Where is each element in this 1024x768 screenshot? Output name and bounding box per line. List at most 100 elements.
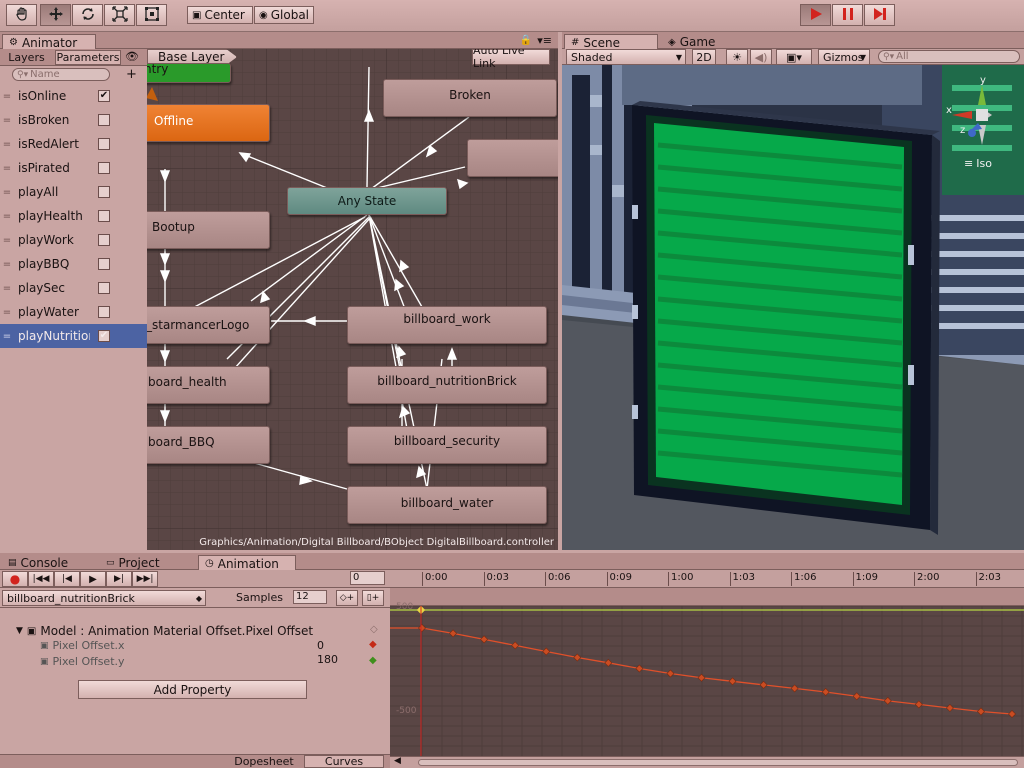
property-value-y[interactable]: 180 [317, 653, 338, 666]
param-row[interactable]: = playHealth [0, 204, 147, 228]
param-checkbox[interactable] [98, 186, 110, 198]
pause-button[interactable] [832, 4, 863, 26]
param-checkbox[interactable] [98, 210, 110, 222]
add-property-button[interactable]: Add Property [78, 680, 307, 699]
tab-project[interactable]: ▭ Project [100, 555, 190, 571]
drag-handle-icon[interactable]: = [0, 211, 14, 222]
param-row[interactable]: = playSec [0, 276, 147, 300]
projection-toggle[interactable]: ≡ Iso [964, 157, 992, 170]
audio-toggle[interactable]: ◀) [750, 49, 772, 65]
property-value-x[interactable]: 0 [317, 639, 324, 652]
curves-tab[interactable]: Curves [304, 755, 384, 768]
param-row[interactable]: = isOnline ✔ [0, 84, 147, 108]
step-button[interactable] [864, 4, 895, 26]
eye-icon[interactable]: 👁 [125, 50, 139, 63]
frame-input[interactable]: 0 [350, 571, 385, 585]
param-row[interactable]: = isPirated [0, 156, 147, 180]
param-checkbox[interactable] [98, 258, 110, 270]
drag-handle-icon[interactable]: = [0, 115, 14, 126]
move-tool-button[interactable] [40, 4, 71, 26]
param-row[interactable]: = playWork [0, 228, 147, 252]
drag-handle-icon[interactable]: = [0, 235, 14, 246]
state-node-water[interactable]: billboard_water [347, 486, 547, 524]
drag-handle-icon[interactable]: = [0, 283, 14, 294]
keyframe-diamond-icon[interactable]: ◆ [369, 655, 377, 666]
rect-tool-button[interactable] [136, 4, 167, 26]
shading-dropdown[interactable]: Shaded ▼ [566, 49, 686, 65]
tab-scene[interactable]: # Scene [564, 34, 658, 50]
add-event-button[interactable]: ▯+ [362, 590, 384, 606]
param-row-selected[interactable]: = playNutrition ✔ [0, 324, 147, 348]
param-checkbox[interactable] [98, 114, 110, 126]
tab-console[interactable]: ▤ Console [2, 555, 92, 571]
curve-editor[interactable]: 0:00 0:03 0:06 0:09 1:00 1:03 1:06 1:09 2:00 2:03… [390, 570, 1024, 768]
param-row[interactable]: = isBroken [0, 108, 147, 132]
auto-live-link-button[interactable]: Auto Live Link [472, 49, 550, 70]
prev-frame-button[interactable]: |◀ [54, 571, 80, 587]
param-row[interactable]: = playBBQ [0, 252, 147, 276]
state-node-broken[interactable]: Broken [383, 79, 557, 117]
drag-handle-icon[interactable]: = [0, 331, 14, 342]
next-frame-button[interactable]: ▶| [106, 571, 132, 587]
tab-game[interactable]: ◈ Game [662, 34, 732, 50]
keyframe-diamond-icon[interactable]: ◆ [369, 639, 377, 650]
lock-icon[interactable]: 🔒 [520, 35, 532, 46]
state-node-bootup[interactable]: Bootup [147, 211, 270, 249]
clip-dropdown[interactable]: billboard_nutritionBrick ◆ [2, 590, 206, 606]
samples-input[interactable]: 12 [293, 590, 327, 604]
param-row[interactable]: = isRedAlert [0, 132, 147, 156]
state-node-offline[interactable]: Offline [147, 104, 270, 142]
gizmos-dropdown[interactable]: Gizmos ▼ [818, 49, 870, 65]
rotate-tool-button[interactable] [72, 4, 103, 26]
keyframe-diamond-icon[interactable]: ◇ [370, 624, 378, 635]
drag-handle-icon[interactable]: = [0, 187, 14, 198]
param-checkbox[interactable] [98, 138, 110, 150]
effects-dropdown[interactable]: ▣▾ [776, 49, 812, 65]
param-checkbox[interactable] [98, 306, 110, 318]
state-node-nutrition-brick[interactable]: billboard_nutritionBrick [347, 366, 547, 404]
drag-handle-icon[interactable]: = [0, 307, 14, 318]
play-animation-button[interactable]: ▶ [80, 571, 106, 587]
param-row[interactable]: = playWater [0, 300, 147, 324]
horizontal-scrollbar[interactable]: ◀ [390, 756, 1024, 768]
param-search-input[interactable]: ⚲▾ Name [12, 68, 110, 81]
timeline-ruler[interactable]: 0:00 0:03 0:06 0:09 1:00 1:03 1:06 1:09 2:00 2:03 [390, 570, 1024, 588]
add-parameter-button[interactable]: + [126, 67, 137, 82]
param-checkbox[interactable] [98, 282, 110, 294]
tab-layers[interactable]: Layers [4, 50, 49, 65]
add-keyframe-button[interactable]: ◇+ [336, 590, 358, 606]
pivot-global-toggle[interactable]: ◉ Global [254, 6, 314, 24]
tab-animation[interactable]: ◷ Animation [198, 555, 296, 571]
tab-animator[interactable]: ⚙ Animator [2, 34, 96, 50]
dopesheet-tab[interactable]: Dopesheet [224, 755, 304, 768]
scene-search-input[interactable]: ⚲▾ All [878, 50, 1020, 63]
mode-2d-toggle[interactable]: 2D [692, 49, 716, 65]
play-button[interactable] [800, 4, 831, 26]
record-button[interactable]: ● [2, 571, 28, 587]
state-node-starmancer-logo[interactable]: _starmancerLogo [147, 306, 270, 344]
param-checkbox[interactable] [98, 234, 110, 246]
state-node-any-state[interactable]: Any State [287, 187, 447, 215]
state-machine-graph[interactable]: Base Layer Auto Live Link ntry Offline B… [147, 49, 558, 550]
scrollbar-thumb[interactable] [418, 759, 1018, 766]
menu-icon[interactable]: ▾≡ [537, 34, 552, 47]
state-node-work[interactable]: billboard_work [347, 306, 547, 344]
param-checkbox[interactable]: ✔ [98, 330, 110, 342]
state-node-security[interactable]: billboard_security [347, 426, 547, 464]
param-checkbox[interactable]: ✔ [98, 90, 110, 102]
first-frame-button[interactable]: |◀◀ [28, 571, 54, 587]
param-checkbox[interactable] [98, 162, 110, 174]
state-node-entry[interactable]: ntry [147, 62, 231, 83]
property-group[interactable]: ▼ ▣ Model : Animation Material Offset.Pi… [16, 624, 313, 638]
last-frame-button[interactable]: ▶▶| [132, 571, 158, 587]
param-row[interactable]: = playAll [0, 180, 147, 204]
tab-parameters[interactable]: Parameters [55, 50, 121, 65]
event-track[interactable] [390, 588, 1024, 606]
lighting-toggle[interactable]: ☀ [726, 49, 748, 65]
drag-handle-icon[interactable]: = [0, 259, 14, 270]
drag-handle-icon[interactable]: = [0, 139, 14, 150]
state-node-p[interactable]: P [467, 139, 558, 177]
property-row-y[interactable]: ▣ Pixel Offset.y [40, 655, 125, 668]
property-row-x[interactable]: ▣ Pixel Offset.x [40, 639, 125, 652]
scroll-left-icon[interactable]: ◀ [394, 756, 401, 766]
